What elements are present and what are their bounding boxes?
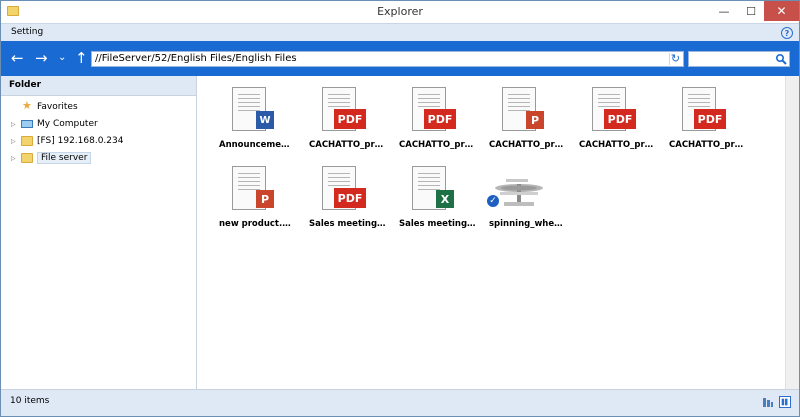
sidebar-item-label: File server bbox=[37, 152, 92, 164]
status-bar: 10 items bbox=[1, 389, 799, 416]
computer-icon bbox=[21, 120, 33, 128]
file-name: Sales meeting… bbox=[309, 219, 386, 229]
maximize-button[interactable]: ☐ bbox=[738, 1, 764, 21]
expand-arrow-icon[interactable]: ▷ bbox=[11, 133, 16, 150]
sidebar-item-fs-server[interactable]: ▷ [FS] 192.168.0.234 bbox=[1, 133, 196, 150]
pdf-icon: PDF bbox=[334, 188, 366, 208]
sidebar-item-label: My Computer bbox=[37, 119, 98, 129]
file-item[interactable]: P new product.… bbox=[216, 166, 304, 238]
expand-arrow-icon[interactable]: ▷ bbox=[11, 150, 16, 167]
search-input[interactable] bbox=[688, 51, 790, 67]
file-name: new product.… bbox=[219, 219, 291, 229]
excel-icon: X bbox=[436, 190, 454, 208]
file-item[interactable]: PDF CACHATTO_pr… bbox=[576, 87, 664, 159]
file-name: CACHATTO_pr… bbox=[489, 140, 564, 150]
sidebar-item-file-server[interactable]: ▷ File server bbox=[1, 150, 196, 167]
folder-sidebar: Folder ★ Favorites ▷ My Computer ▷ [FS] … bbox=[1, 76, 197, 389]
sidebar-item-favorites[interactable]: ★ Favorites bbox=[1, 99, 196, 116]
help-icon[interactable]: ? bbox=[781, 27, 793, 39]
address-bar[interactable]: //FileServer/52/English Files/English Fi… bbox=[91, 51, 684, 67]
explorer-window: Explorer — ☐ ✕ Setting ? ← → ⌄ ↑ //FileS… bbox=[0, 0, 800, 417]
star-icon: ★ bbox=[22, 99, 32, 112]
word-icon: W bbox=[256, 111, 274, 129]
file-item[interactable]: PDF Sales meeting… bbox=[306, 166, 394, 238]
file-name: spinning_whe… bbox=[489, 219, 563, 229]
back-button[interactable]: ← bbox=[11, 49, 24, 67]
refresh-icon[interactable]: ↻ bbox=[669, 53, 681, 65]
title-bar: Explorer — ☐ ✕ bbox=[1, 1, 799, 23]
up-button[interactable]: ↑ bbox=[75, 49, 88, 67]
minimize-button[interactable]: — bbox=[711, 1, 737, 21]
window-title: Explorer bbox=[377, 5, 423, 18]
file-item[interactable]: PDF CACHATTO_pr… bbox=[396, 87, 484, 159]
folder-icon bbox=[21, 153, 33, 163]
image-thumbnail bbox=[495, 179, 543, 206]
setting-menu[interactable]: Setting bbox=[11, 27, 43, 37]
address-path: //FileServer/52/English Files/English Fi… bbox=[95, 53, 297, 64]
check-icon: ✓ bbox=[486, 194, 500, 208]
file-name: Announceme… bbox=[219, 140, 290, 150]
file-name: CACHATTO_pr… bbox=[669, 140, 744, 150]
grid-view-icon[interactable] bbox=[779, 396, 791, 408]
sidebar-header: Folder bbox=[1, 76, 196, 96]
file-item[interactable]: P CACHATTO_pr… bbox=[486, 87, 574, 159]
history-dropdown-button[interactable]: ⌄ bbox=[58, 49, 66, 67]
close-button[interactable]: ✕ bbox=[764, 1, 799, 21]
sidebar-item-label: [FS] 192.168.0.234 bbox=[37, 136, 124, 146]
file-name: CACHATTO_pr… bbox=[579, 140, 654, 150]
sidebar-item-my-computer[interactable]: ▷ My Computer bbox=[1, 116, 196, 133]
file-item[interactable]: PDF CACHATTO_pr… bbox=[306, 87, 394, 159]
navigation-bar: ← → ⌄ ↑ //FileServer/52/English Files/En… bbox=[1, 41, 799, 76]
pdf-icon: PDF bbox=[604, 109, 636, 129]
file-name: CACHATTO_pr… bbox=[399, 140, 474, 150]
pdf-icon: PDF bbox=[694, 109, 726, 129]
file-name: CACHATTO_pr… bbox=[309, 140, 384, 150]
menu-bar: Setting ? bbox=[1, 23, 799, 41]
file-name: Sales meeting… bbox=[399, 219, 476, 229]
pdf-icon: PDF bbox=[424, 109, 456, 129]
powerpoint-icon: P bbox=[256, 190, 274, 208]
file-item[interactable]: ✓ spinning_whe… bbox=[486, 166, 574, 238]
forward-button[interactable]: → bbox=[35, 49, 48, 67]
file-item[interactable]: W Announceme… bbox=[216, 87, 304, 159]
file-item[interactable]: X Sales meeting… bbox=[396, 166, 484, 238]
list-view-icon[interactable] bbox=[762, 396, 774, 408]
vertical-scrollbar[interactable] bbox=[785, 76, 799, 389]
pdf-icon: PDF bbox=[334, 109, 366, 129]
item-count: 10 items bbox=[10, 396, 50, 406]
file-item[interactable]: PDF CACHATTO_pr… bbox=[666, 87, 754, 159]
file-grid: W Announceme… PDF CACHATTO_pr… PDF CACHA… bbox=[198, 76, 785, 389]
search-icon[interactable] bbox=[775, 53, 787, 65]
expand-arrow-icon[interactable]: ▷ bbox=[11, 116, 16, 133]
sidebar-item-label: Favorites bbox=[37, 102, 78, 112]
folder-icon bbox=[21, 136, 33, 146]
powerpoint-icon: P bbox=[526, 111, 544, 129]
